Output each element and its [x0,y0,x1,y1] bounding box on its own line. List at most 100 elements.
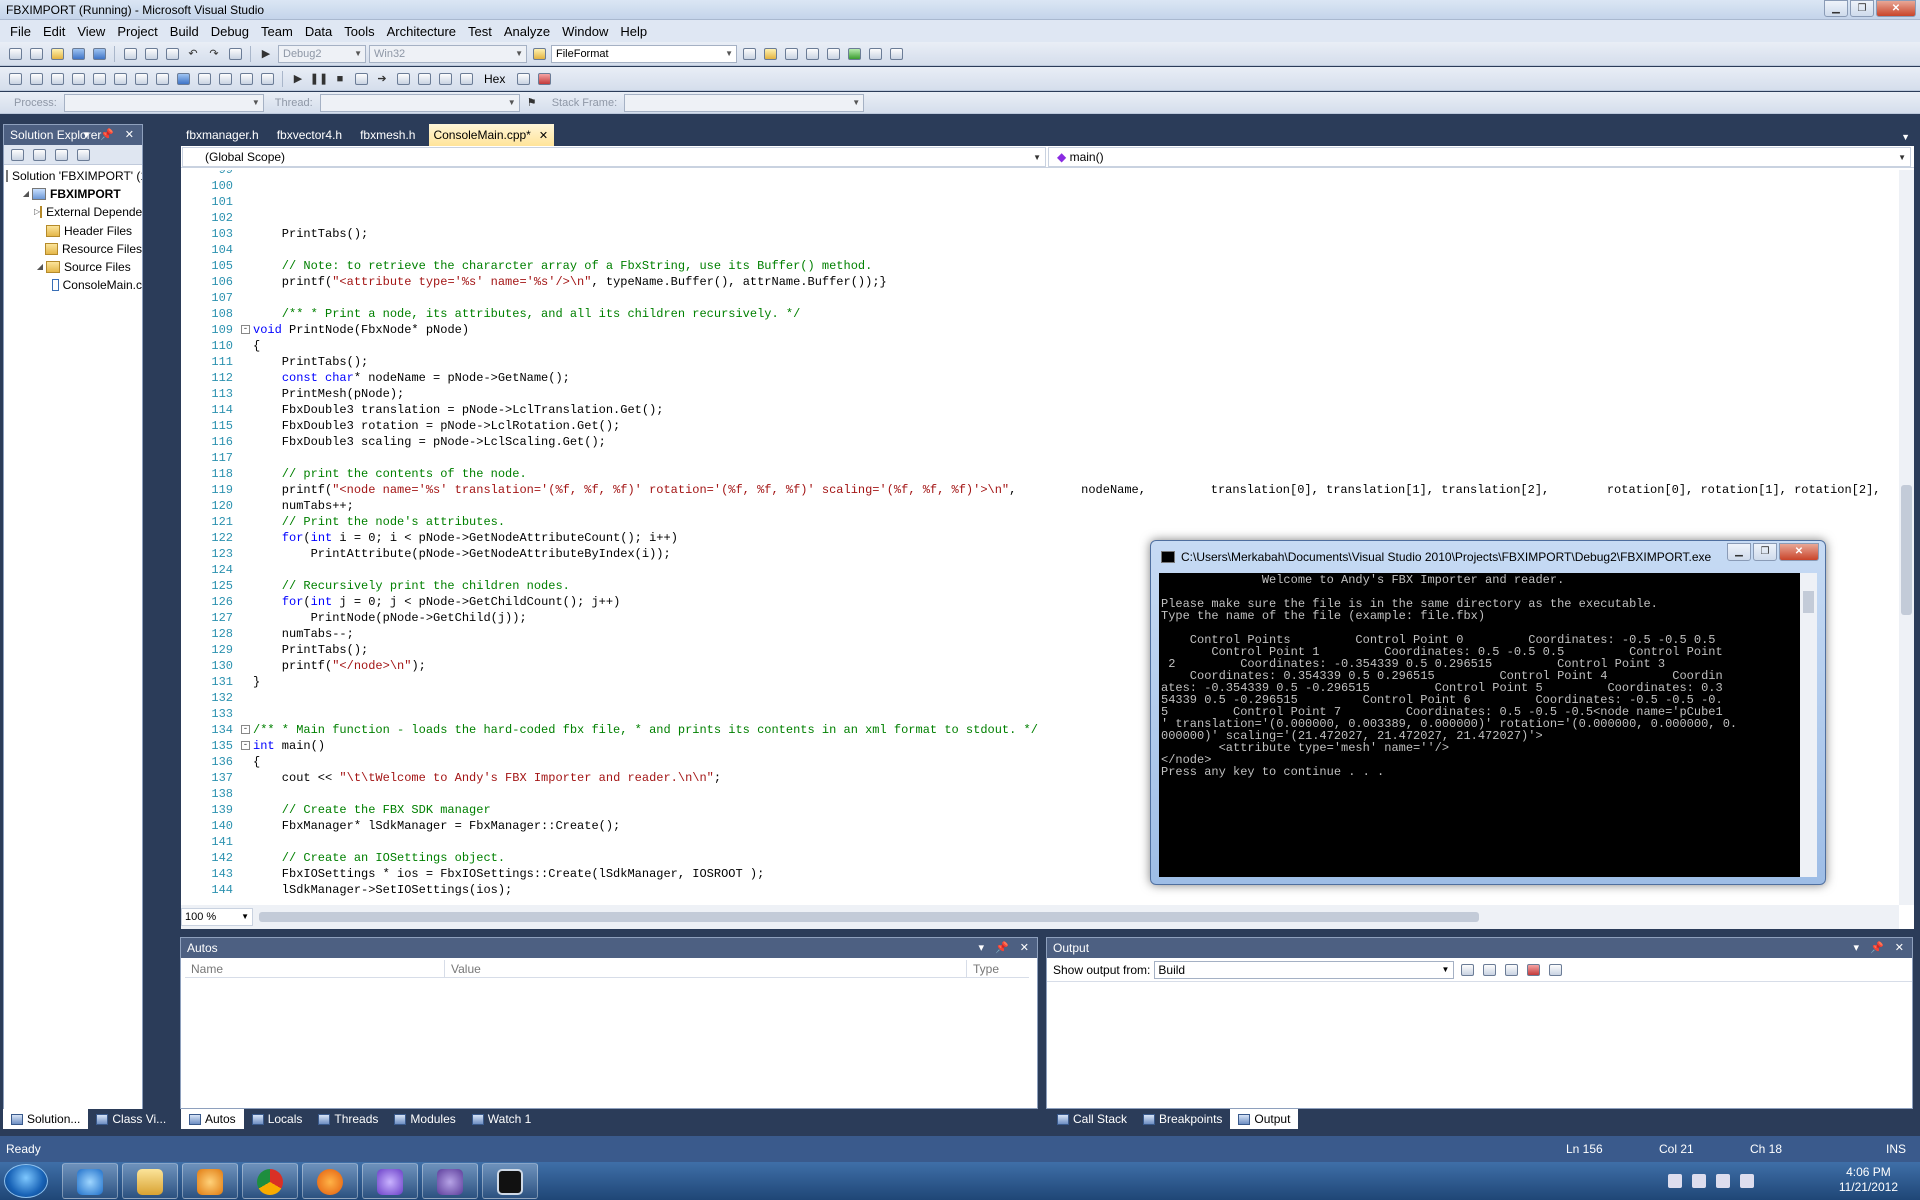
cut-icon[interactable] [121,45,139,63]
bookmark-icon[interactable] [174,70,192,88]
expander-icon[interactable]: ◢ [34,258,46,276]
command-window-icon[interactable] [887,45,905,63]
tab-locals[interactable]: Locals [244,1109,311,1129]
paste-icon[interactable] [163,45,181,63]
value-column-header[interactable]: Value [445,960,967,977]
maximize-button[interactable]: ❐ [1753,543,1777,561]
scrollbar-thumb[interactable] [1803,591,1814,613]
clear-all-icon[interactable] [1524,961,1542,979]
show-next-statement-icon[interactable]: ➔ [373,70,391,88]
clock[interactable]: 4:06 PM 11/21/2012 [1839,1165,1898,1195]
menu-team[interactable]: Team [255,24,299,39]
start-button[interactable] [4,1164,48,1198]
menu-build[interactable]: Build [164,24,205,39]
refresh-icon[interactable] [52,146,70,164]
menu-architecture[interactable]: Architecture [381,24,462,39]
step-out-icon[interactable] [436,70,454,88]
close-button[interactable]: ✕ [1779,543,1819,561]
internet-explorer-taskbar-button[interactable] [62,1163,118,1199]
show-all-files-icon[interactable] [30,146,48,164]
tab-consolemain-cpp[interactable]: ConsoleMain.cpp* ✕ [429,124,555,146]
visual-studio-taskbar-button[interactable] [422,1163,478,1199]
tab-watch-1[interactable]: Watch 1 [464,1109,540,1129]
document-list-icon[interactable]: ▼ [1901,132,1910,142]
maximize-button[interactable]: ❐ [1850,0,1874,17]
collapse-icon[interactable]: - [241,325,250,334]
scrollbar-thumb[interactable] [259,912,1479,922]
stop-icon[interactable]: ■ [331,70,349,88]
tab-solution[interactable]: Solution... [3,1109,89,1129]
volume-icon[interactable] [1740,1174,1754,1188]
collapse-icon[interactable]: - [241,741,250,750]
decrease-indent-icon[interactable] [90,70,108,88]
copy-icon[interactable] [142,45,160,63]
properties-icon[interactable] [782,45,800,63]
tree-item[interactable]: ◢ FBXIMPORT [4,185,142,203]
chrome-taskbar-button[interactable] [242,1163,298,1199]
network-icon[interactable] [1716,1174,1730,1188]
vertical-scrollbar[interactable] [1899,170,1914,905]
threads-icon[interactable] [457,70,475,88]
explorer-taskbar-button[interactable] [122,1163,178,1199]
extension-manager-icon[interactable] [866,45,884,63]
uncomment-icon[interactable] [153,70,171,88]
breakpoints-icon[interactable] [258,70,276,88]
next-bookmark-icon[interactable] [216,70,234,88]
quick-info-icon[interactable] [27,70,45,88]
tab-breakpoints[interactable]: Breakpoints [1135,1109,1230,1129]
app-taskbar-button[interactable] [362,1163,418,1199]
class-diagram-icon[interactable] [74,146,92,164]
find-message-icon[interactable] [1458,961,1476,979]
tab-fbxmanager-h[interactable]: fbxmanager.h [182,124,273,146]
close-button[interactable]: ✕ [1876,0,1916,17]
menu-data[interactable]: Data [299,24,338,39]
output-source-select[interactable]: Build ▼ [1154,960,1455,979]
tab-fbxvector4-h[interactable]: fbxvector4.h [273,124,356,146]
tree-item[interactable]: Header Files [4,222,142,240]
open-file-icon[interactable] [48,45,66,63]
show-threads-icon[interactable] [514,70,532,88]
tab-class-vi[interactable]: Class Vi... [88,1109,174,1129]
platform-select[interactable]: Win32 ▼ [369,44,527,63]
menu-project[interactable]: Project [111,24,163,39]
restart-icon[interactable] [352,70,370,88]
tab-fbxmesh-h[interactable]: fbxmesh.h [356,124,429,146]
next-message-icon[interactable] [1502,961,1520,979]
menu-tools[interactable]: Tools [338,24,380,39]
object-browser-icon[interactable] [803,45,821,63]
minimize-button[interactable]: ▁ [1727,543,1751,561]
member-select[interactable]: ◆ main() ▼ [1048,147,1911,167]
word-complete-icon[interactable] [69,70,87,88]
output-icon[interactable] [535,70,553,88]
find-in-files-icon[interactable] [740,45,758,63]
break-all-icon[interactable]: ❚❚ [310,70,328,88]
step-over-icon[interactable] [415,70,433,88]
flag-icon[interactable] [1692,1174,1706,1188]
console-output[interactable]: Welcome to Andy's FBX Importer and reade… [1159,573,1807,877]
tab-threads[interactable]: Threads [310,1109,386,1129]
menu-window[interactable]: Window [556,24,614,39]
panel-controls[interactable]: ▾ 📌 ✕ [83,125,138,145]
panel-controls[interactable]: ▾ 📌 ✕ [978,938,1033,958]
name-column-header[interactable]: Name [185,960,445,977]
save-all-icon[interactable] [90,45,108,63]
media-player-taskbar-button[interactable] [182,1163,238,1199]
solution-explorer-icon[interactable] [761,45,779,63]
collapse-icon[interactable]: - [241,725,250,734]
find-combo[interactable]: FileFormat ▼ [551,44,737,63]
continue-icon[interactable]: ▶ [257,45,275,63]
console-scrollbar[interactable] [1800,573,1817,877]
menu-analyze[interactable]: Analyze [498,24,556,39]
tab-call-stack[interactable]: Call Stack [1049,1109,1135,1129]
tree-item[interactable]: ◢ Source Files [4,258,142,276]
tree-item[interactable]: ConsoleMain.c [4,276,142,294]
process-select[interactable]: ▼ [63,93,264,112]
menu-debug[interactable]: Debug [205,24,255,39]
increase-indent-icon[interactable] [111,70,129,88]
tab-modules[interactable]: Modules [386,1109,463,1129]
tree-item[interactable]: Resource Files [4,240,142,258]
find-icon[interactable] [530,45,548,63]
clear-bookmarks-icon[interactable] [237,70,255,88]
flag-icon[interactable]: ⚑ [523,94,541,112]
parameter-info-icon[interactable] [48,70,66,88]
